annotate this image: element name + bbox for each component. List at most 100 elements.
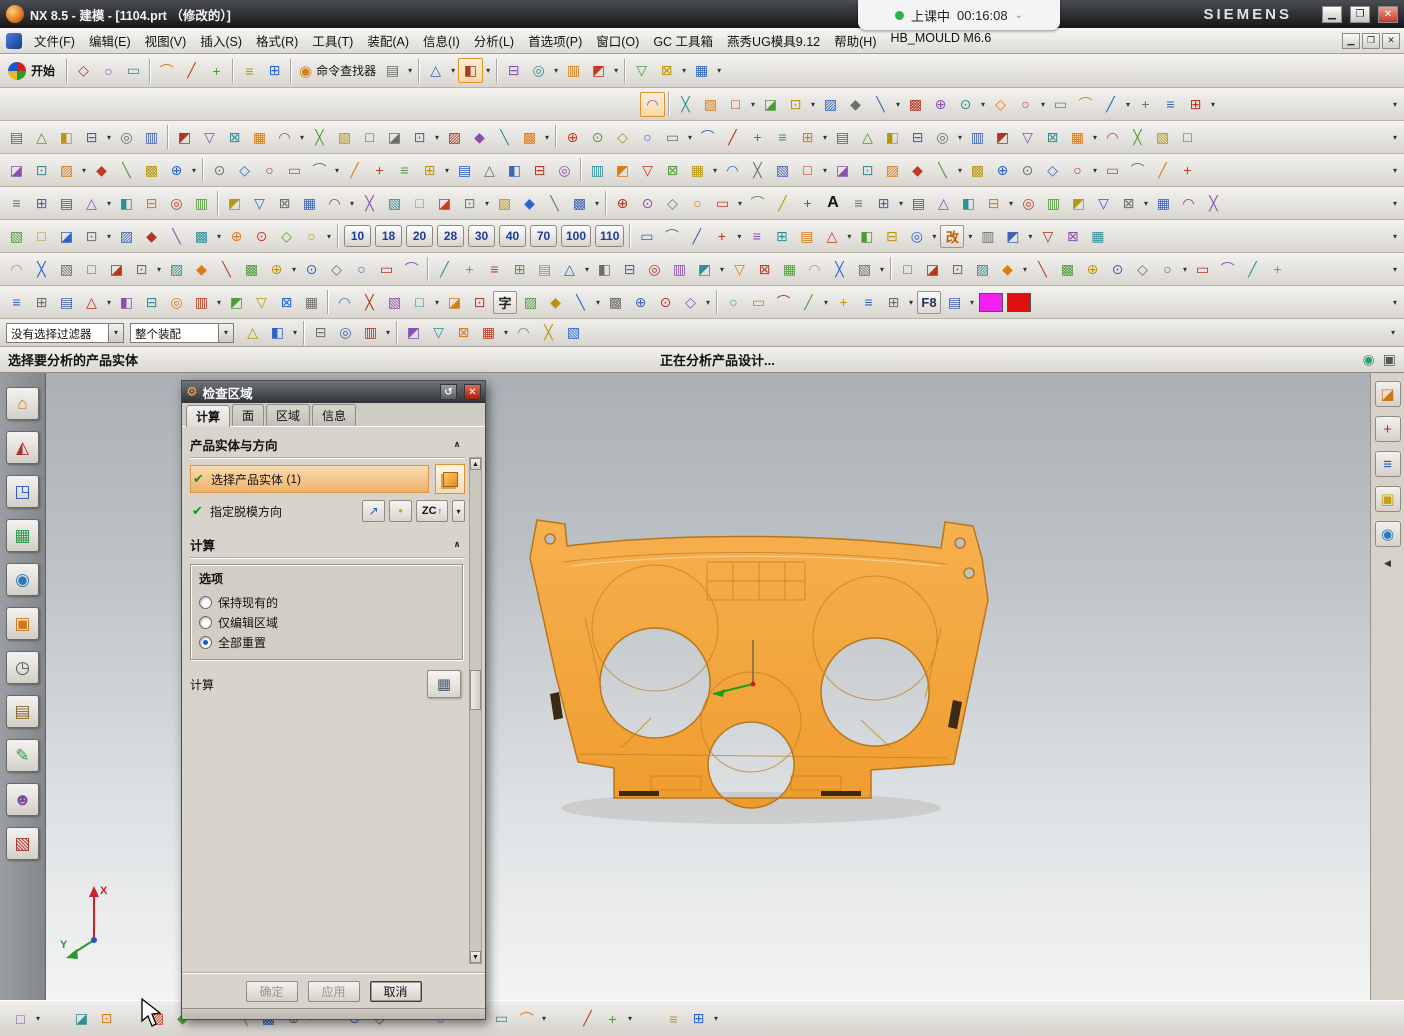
toolbar-icon[interactable]: ▦ bbox=[297, 191, 322, 216]
toolbar-icon[interactable]: ◆ bbox=[543, 290, 568, 315]
toolbar-icon[interactable]: ▥ bbox=[561, 58, 586, 83]
toolbar-icon[interactable]: ⊕ bbox=[990, 158, 1015, 183]
toolbar-icon[interactable]: ○ bbox=[299, 224, 324, 249]
chevron-down-icon[interactable]: ⌄ bbox=[1015, 10, 1023, 21]
dropdown-arrow-icon[interactable]: ▾ bbox=[79, 166, 89, 175]
toolbar-icon[interactable]: ╱ bbox=[575, 1006, 600, 1031]
minimize-button[interactable]: ▁ bbox=[1322, 6, 1342, 23]
toolbar-icon[interactable]: ⊙ bbox=[207, 158, 232, 183]
toolbar-icon[interactable]: ▭ bbox=[121, 58, 146, 83]
toolbar-icon[interactable]: ▨ bbox=[442, 125, 467, 150]
toolbar-icon[interactable]: ⊞ bbox=[507, 257, 532, 282]
toolbar-overflow-icon[interactable]: ▾ bbox=[1390, 199, 1400, 208]
toolbar-icon[interactable]: ◆ bbox=[905, 158, 930, 183]
toolbar-icon[interactable]: ◇ bbox=[232, 158, 257, 183]
toolbar-icon[interactable]: ▽ bbox=[197, 125, 222, 150]
toolbar-icon[interactable]: ▦ bbox=[689, 58, 714, 83]
restore-button[interactable]: ❐ bbox=[1350, 6, 1370, 23]
toolbar-icon[interactable]: ⊙ bbox=[653, 290, 678, 315]
toolbar-icon[interactable]: ◇ bbox=[660, 191, 685, 216]
dropdown-arrow-icon[interactable]: ▾ bbox=[820, 166, 830, 175]
toolbar-icon-active[interactable]: ◠ bbox=[640, 92, 665, 117]
radio-icon[interactable] bbox=[199, 596, 212, 609]
menu-item-6[interactable]: 工具(T) bbox=[305, 28, 360, 53]
toolbar-overflow-icon[interactable]: ▾ bbox=[1390, 133, 1400, 142]
calculate-button[interactable]: ▦ bbox=[427, 670, 461, 698]
toolbar-icon[interactable]: ⊞ bbox=[29, 290, 54, 315]
toolbar-icon[interactable]: ◎ bbox=[164, 290, 189, 315]
toolbar-icon[interactable]: ▭ bbox=[1190, 257, 1215, 282]
toolbar-icon[interactable]: ⊡ bbox=[457, 191, 482, 216]
toolbar-icon[interactable]: ◧ bbox=[854, 224, 879, 249]
toolbar-text-button[interactable]: A bbox=[821, 192, 845, 215]
toolbar-icon[interactable]: ▧ bbox=[382, 290, 407, 315]
dropdown-arrow-icon[interactable]: ▾ bbox=[955, 133, 965, 142]
toolbar-icon[interactable]: ▦ bbox=[1085, 224, 1110, 249]
toolbar-icon[interactable]: ⊠ bbox=[660, 158, 685, 183]
dropdown-arrow-icon[interactable]: ▾ bbox=[551, 66, 561, 75]
dropdown-arrow-icon[interactable]: ▾ bbox=[214, 298, 224, 307]
toolbar-icon[interactable]: ◆ bbox=[517, 191, 542, 216]
dropdown-arrow-icon[interactable]: ▾ bbox=[710, 166, 720, 175]
dropdown-arrow-icon[interactable]: ▾ bbox=[582, 265, 592, 274]
close-button[interactable]: ✕ bbox=[1378, 6, 1398, 23]
dropdown-arrow-icon[interactable]: ▾ bbox=[1141, 199, 1151, 208]
toolbar-icon[interactable]: ◇ bbox=[1130, 257, 1155, 282]
menu-item-4[interactable]: 插入(S) bbox=[193, 28, 249, 53]
resource-tab-11[interactable]: ▧ bbox=[6, 827, 39, 860]
toolbar-icon[interactable]: ⊟ bbox=[617, 257, 642, 282]
resource-tab-8[interactable]: ▤ bbox=[6, 695, 39, 728]
toolbar-icon[interactable]: ▨ bbox=[114, 224, 139, 249]
toolbar-icon[interactable]: ▽ bbox=[1015, 125, 1040, 150]
toolbar-icon[interactable]: ▦ bbox=[1151, 191, 1176, 216]
mdi-minimize-button[interactable]: ▁ bbox=[1342, 33, 1360, 49]
toolbar-icon[interactable]: ╱ bbox=[720, 125, 745, 150]
dropdown-arrow-icon[interactable]: ▾ bbox=[1038, 100, 1048, 109]
toolbar-icon[interactable]: ≡ bbox=[770, 125, 795, 150]
toolbar-icon[interactable]: ⊡ bbox=[94, 1006, 119, 1031]
combo-arrow-icon[interactable]: ▾ bbox=[218, 324, 233, 342]
toolbar-icon[interactable]: + bbox=[1175, 158, 1200, 183]
toolbar-icon[interactable]: ◎ bbox=[552, 158, 577, 183]
toolbar-icon[interactable]: ▦ bbox=[1065, 125, 1090, 150]
dropdown-arrow-icon[interactable]: ▾ bbox=[625, 1014, 635, 1023]
dropdown-arrow-icon[interactable]: ▾ bbox=[289, 265, 299, 274]
toolbar-icon[interactable]: ╳ bbox=[1201, 191, 1226, 216]
preset-number-button[interactable]: 70 bbox=[530, 225, 557, 247]
toolbar-icon[interactable]: ◇ bbox=[274, 224, 299, 249]
dropdown-arrow-icon[interactable]: ▾ bbox=[297, 133, 307, 142]
preset-number-button[interactable]: 20 bbox=[406, 225, 433, 247]
dropdown-arrow-icon[interactable]: ▾ bbox=[214, 232, 224, 241]
toolbar-icon[interactable]: ▤ bbox=[906, 191, 931, 216]
toolbar-icon[interactable]: ⊠ bbox=[752, 257, 777, 282]
toolbar-icon[interactable]: ◠ bbox=[1100, 125, 1125, 150]
resource-tab-1[interactable]: ⌂ bbox=[6, 387, 39, 420]
toolbar-icon[interactable]: ◩ bbox=[1000, 224, 1025, 249]
toolbar-icon[interactable]: ◩ bbox=[692, 257, 717, 282]
toolbar-icon[interactable]: △ bbox=[240, 320, 265, 345]
preset-number-button[interactable]: 18 bbox=[375, 225, 402, 247]
vector-dropdown-button[interactable]: ▾ bbox=[452, 500, 465, 522]
toolbar-icon[interactable]: ▩ bbox=[139, 158, 164, 183]
toolbar-icon[interactable]: ╳ bbox=[536, 320, 561, 345]
window-grid-icon[interactable]: ▣ bbox=[1383, 351, 1396, 368]
toolbar-icon[interactable]: ◇ bbox=[71, 58, 96, 83]
toolbar-icon[interactable]: ⌒ bbox=[659, 224, 684, 249]
toolbar-icon[interactable]: ▨ bbox=[970, 257, 995, 282]
body-select-button[interactable] bbox=[435, 464, 465, 494]
toolbar-icon[interactable]: ⌒ bbox=[514, 1006, 539, 1031]
class-timer-overlay[interactable]: 上课中 00:16:08 ⌄ bbox=[858, 0, 1060, 30]
preset-number-button[interactable]: 40 bbox=[499, 225, 526, 247]
tab-4[interactable]: 信息 bbox=[312, 404, 356, 426]
dropdown-arrow-icon[interactable]: ▾ bbox=[405, 66, 415, 75]
toolbar-icon[interactable]: ▩ bbox=[189, 224, 214, 249]
menu-item-13[interactable]: 燕秀UG模具9.12 bbox=[720, 28, 827, 53]
toolbar-icon[interactable]: ▽ bbox=[426, 320, 451, 345]
toolbar-icon[interactable]: ⌒ bbox=[399, 257, 424, 282]
color-swatch-button[interactable] bbox=[1007, 293, 1031, 312]
dropdown-arrow-icon[interactable]: ▾ bbox=[542, 133, 552, 142]
toolbar-overflow-icon[interactable]: ▾ bbox=[1388, 328, 1398, 337]
toolbar-icon[interactable]: □ bbox=[407, 191, 432, 216]
toolbar-icon[interactable]: ◪ bbox=[69, 1006, 94, 1031]
toolbar-icon[interactable]: ⊟ bbox=[879, 224, 904, 249]
